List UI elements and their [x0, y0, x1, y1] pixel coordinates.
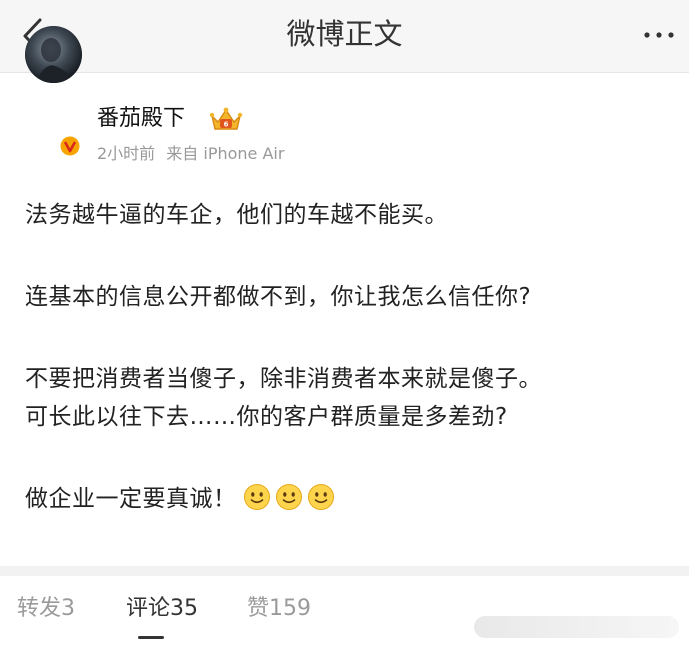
page-title: 微博正文 [286, 17, 403, 51]
verified-v-icon [58, 134, 82, 158]
post-source[interactable]: 来自 iPhone Air [166, 144, 284, 163]
active-tab-indicator [138, 636, 164, 639]
crown-icon[interactable]: 6 [209, 106, 243, 134]
post-paragraph: 连基本的信息公开都做不到，你让我怎么信任你? [25, 284, 532, 310]
post-paragraph: 可长此以往下去……你的客户群质量是多差劲? [25, 404, 508, 430]
tab-likes[interactable]: 赞159 [247, 594, 311, 624]
post-paragraph-text: 做企业一定要真诚！ [25, 486, 237, 512]
author-name[interactable]: 番茄殿下 [97, 104, 185, 134]
smile-emoji-icon [243, 483, 270, 510]
post-meta: 2小时前 来自 iPhone Air [97, 143, 290, 165]
tab-comments[interactable]: 评论35 [126, 594, 198, 624]
tab-repost[interactable]: 转发3 [17, 594, 75, 624]
more-button[interactable] [641, 20, 677, 50]
post-paragraph-last: 做企业一定要真诚！ [25, 480, 675, 519]
watermark [474, 616, 679, 638]
post-paragraph: 不要把消费者当傻子，除非消费者本来就是傻子。 [25, 366, 542, 392]
more-horizontal-icon [644, 32, 674, 38]
post-body: 法务越牛逼的车企，他们的车越不能买。 连基本的信息公开都做不到，你让我怎么信任你… [25, 196, 675, 563]
top-nav-bar: 微博正文 [0, 0, 689, 73]
post-time: 2小时前 [97, 144, 156, 163]
section-divider [0, 566, 689, 576]
emoji-group [243, 481, 339, 519]
avatar[interactable] [25, 26, 82, 83]
post-paragraph: 法务越牛逼的车企，他们的车越不能买。 [25, 202, 448, 228]
smile-emoji-icon [275, 483, 302, 510]
smile-emoji-icon [307, 483, 334, 510]
svg-text:6: 6 [224, 121, 229, 129]
